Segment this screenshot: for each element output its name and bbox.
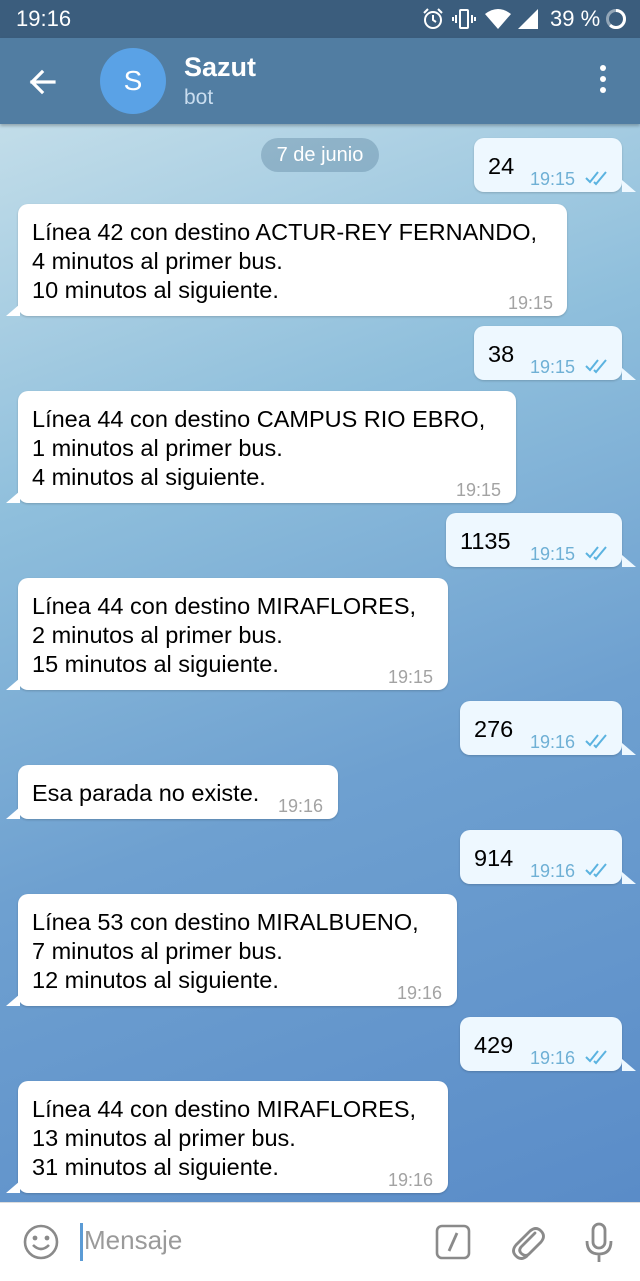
battery-percent: 39 % <box>550 6 601 31</box>
message-text: 24 <box>488 153 515 179</box>
message-time: 19:15 <box>388 667 434 687</box>
more-vert-icon[interactable] <box>586 60 620 104</box>
vibrate-icon <box>452 9 476 29</box>
chat-header: S Sazut bot <box>0 38 640 124</box>
outgoing-message[interactable]: 429 19:16 <box>460 1017 622 1071</box>
attach-icon[interactable] <box>508 1221 548 1263</box>
message-time: 19:15 <box>508 293 554 313</box>
read-ticks-icon <box>585 863 607 878</box>
mic-icon[interactable] <box>582 1221 616 1265</box>
message-time: 19:16 <box>388 1170 434 1190</box>
message-input[interactable]: Mensaje <box>84 1225 182 1256</box>
chat-area[interactable]: 7 de junio 24 19:15 Línea 42 con destino… <box>0 124 640 1202</box>
outgoing-message[interactable]: 276 19:16 <box>460 701 622 755</box>
incoming-message[interactable]: Línea 53 con destino MIRALBUENO, 7 minut… <box>18 894 457 1006</box>
outgoing-message[interactable]: 24 19:15 <box>474 138 622 192</box>
message-text: Línea 44 con destino MIRAFLORES, 13 minu… <box>32 1096 417 1180</box>
incoming-message[interactable]: Línea 44 con destino MIRAFLORES, 13 minu… <box>18 1081 448 1193</box>
message-text: Esa parada no existe. <box>32 780 260 806</box>
battery-icon <box>606 9 626 29</box>
status-bar: 19:16 39 % <box>0 0 640 38</box>
message-time: 19:16 <box>530 1048 576 1068</box>
outgoing-message[interactable]: 914 19:16 <box>460 830 622 884</box>
message-time: 19:16 <box>530 732 576 752</box>
outgoing-message[interactable]: 1135 19:15 <box>446 513 622 567</box>
incoming-message[interactable]: Esa parada no existe. 19:16 <box>18 765 338 819</box>
message-text: 1135 <box>460 528 511 554</box>
message-time: 19:15 <box>530 357 576 377</box>
chat-subtitle: bot <box>184 86 214 109</box>
incoming-message[interactable]: Línea 44 con destino MIRAFLORES, 2 minut… <box>18 578 448 690</box>
incoming-message[interactable]: Línea 42 con destino ACTUR-REY FERNANDO,… <box>18 204 567 316</box>
message-text: 914 <box>474 845 514 871</box>
message-time: 19:16 <box>397 983 443 1003</box>
status-time: 19:16 <box>16 6 72 31</box>
message-text: 429 <box>474 1032 514 1058</box>
outgoing-message[interactable]: 38 19:15 <box>474 326 622 380</box>
bot-command-icon[interactable] <box>434 1223 472 1261</box>
message-text: Línea 53 con destino MIRALBUENO, 7 minut… <box>32 909 419 993</box>
read-ticks-icon <box>585 1050 607 1065</box>
message-text: Línea 44 con destino MIRAFLORES, 2 minut… <box>32 593 417 677</box>
message-time: 19:16 <box>530 861 576 881</box>
emoji-icon[interactable] <box>22 1223 60 1261</box>
message-text: Línea 42 con destino ACTUR-REY FERNANDO,… <box>32 219 538 303</box>
chat-title[interactable]: Sazut <box>184 52 256 83</box>
message-text: 276 <box>474 716 514 742</box>
read-ticks-icon <box>585 546 607 561</box>
message-text: 38 <box>488 341 515 367</box>
message-time: 19:15 <box>530 544 576 564</box>
incoming-message[interactable]: Línea 44 con destino CAMPUS RIO EBRO, 1 … <box>18 391 516 503</box>
message-time: 19:15 <box>456 480 502 500</box>
avatar[interactable]: S <box>100 48 166 114</box>
date-separator: 7 de junio <box>261 138 379 172</box>
alarm-icon <box>423 8 443 29</box>
wifi-icon <box>485 9 511 29</box>
read-ticks-icon <box>585 171 607 186</box>
text-cursor <box>80 1223 83 1261</box>
read-ticks-icon <box>585 359 607 374</box>
signal-icon <box>518 9 538 29</box>
back-arrow-icon[interactable] <box>22 62 62 102</box>
message-text: Línea 44 con destino CAMPUS RIO EBRO, 1 … <box>32 406 486 490</box>
read-ticks-icon <box>585 734 607 749</box>
message-time: 19:15 <box>530 169 576 189</box>
message-composer: Mensaje <box>0 1202 640 1281</box>
message-time: 19:16 <box>278 796 324 816</box>
